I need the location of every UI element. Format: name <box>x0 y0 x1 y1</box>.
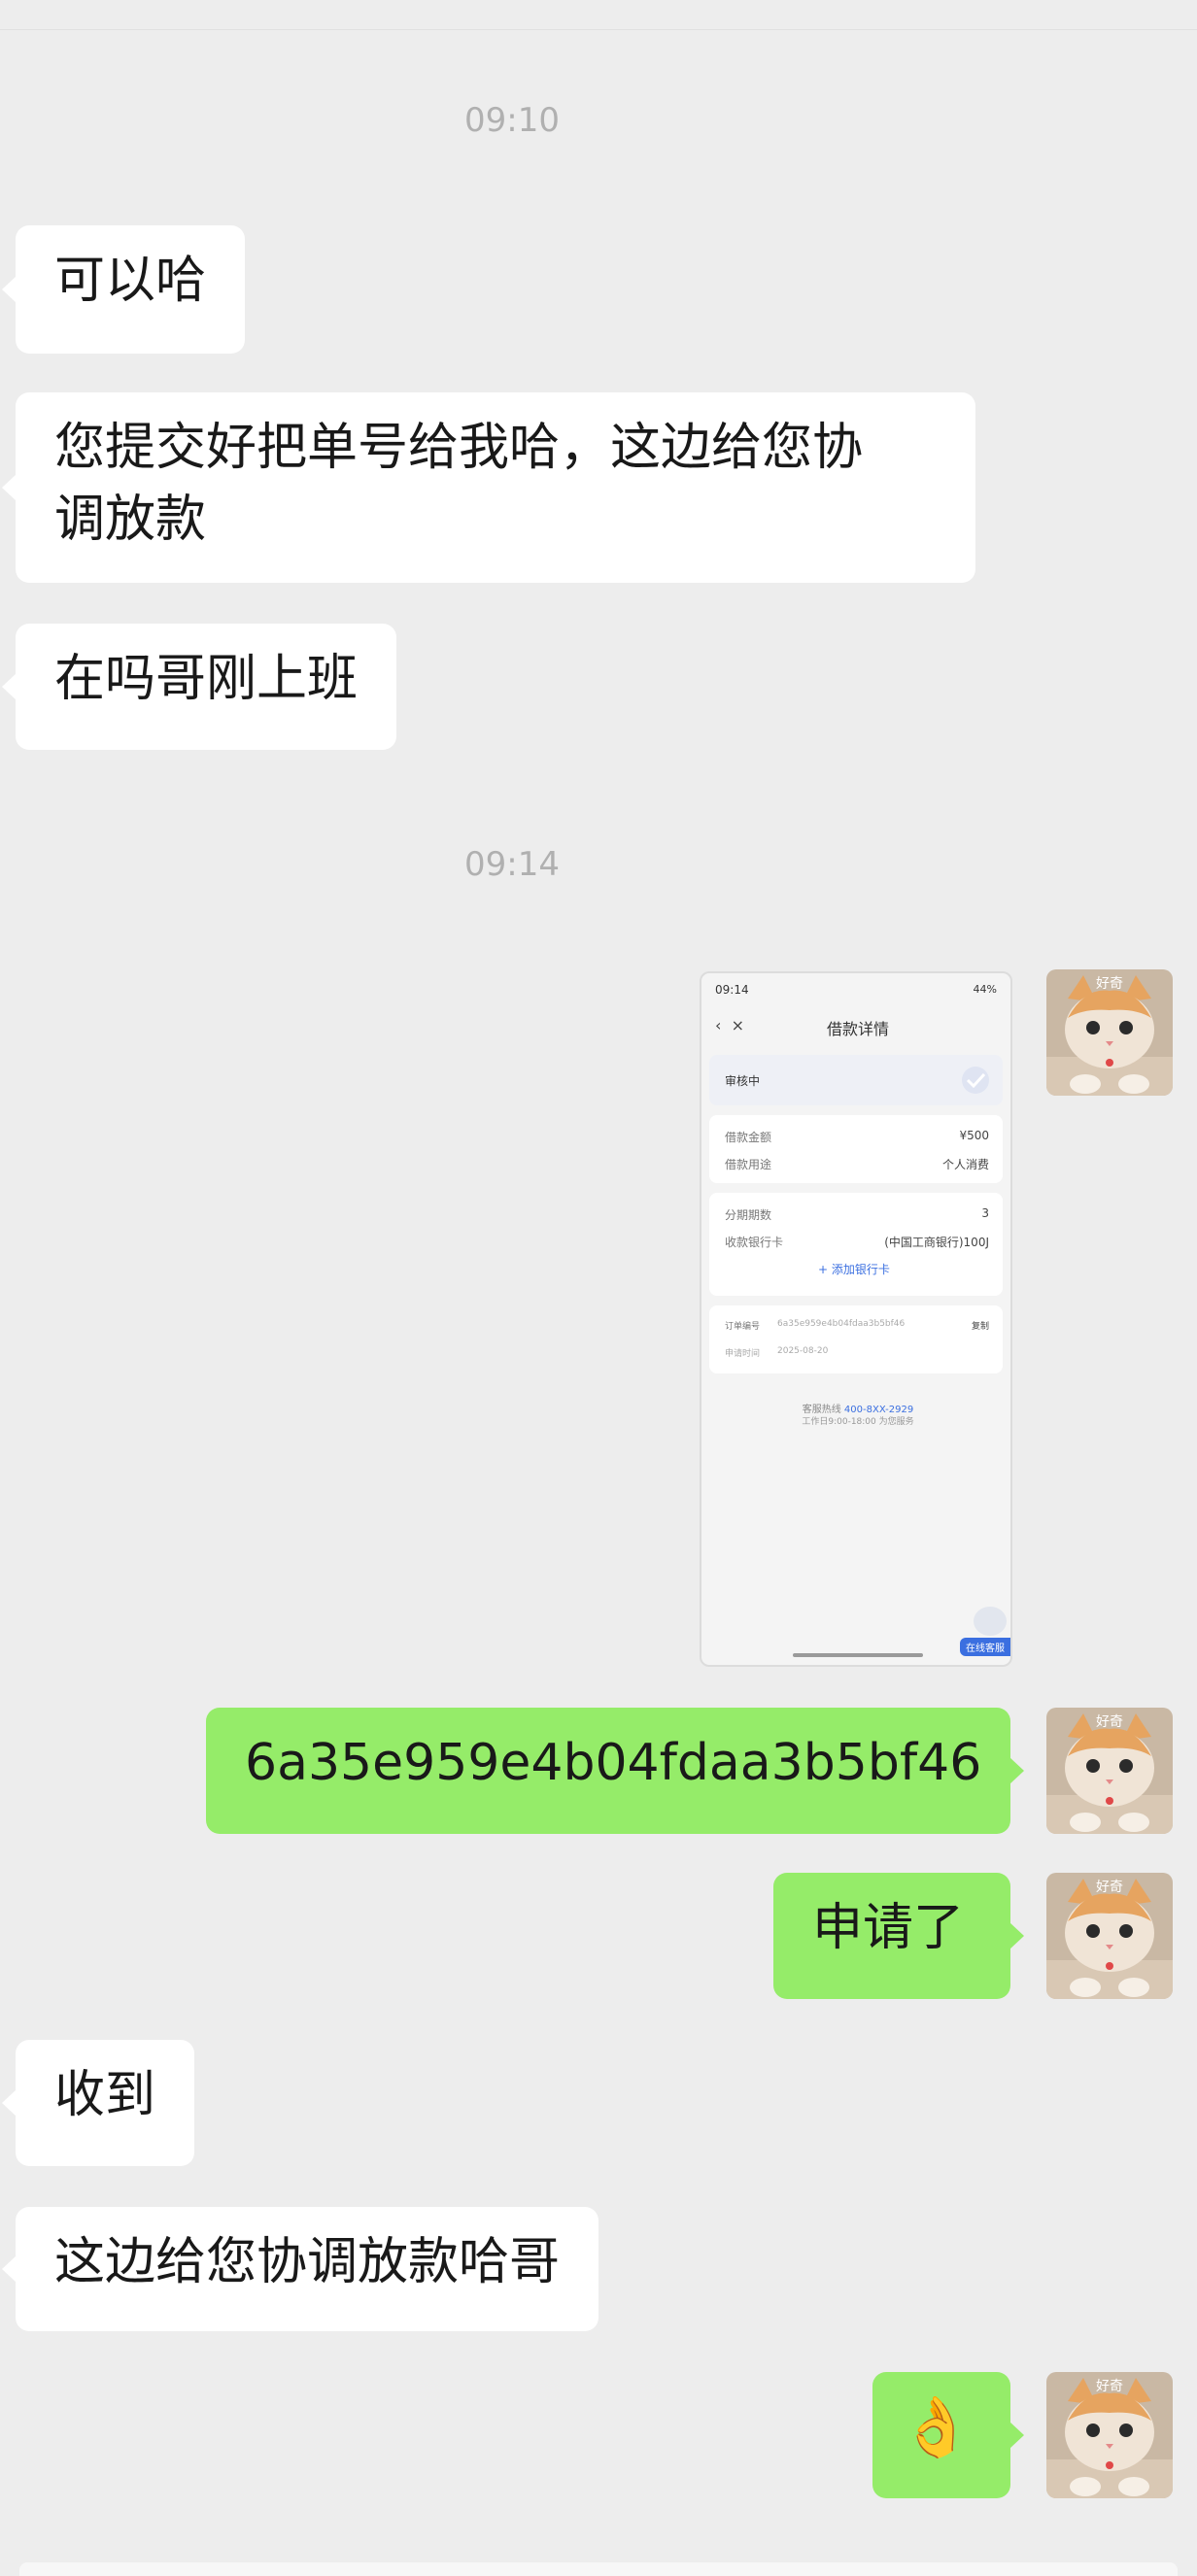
avatar[interactable]: 好奇 <box>1046 969 1173 1096</box>
message-outgoing[interactable]: 申请了 <box>773 1873 1024 1999</box>
image-message-screenshot[interactable]: 09:14 44% ‹ × 借款详情 审核中 借款金额 ¥500 借款用途 个人… <box>700 971 1012 1667</box>
check-icon <box>962 1067 989 1094</box>
shot-copy: 复制 <box>971 1322 989 1332</box>
shot-term-label: 分期期数 <box>725 1208 772 1222</box>
avatar-badge: 好奇 <box>1096 976 1123 992</box>
shot-purpose-value: 个人消费 <box>941 1158 989 1171</box>
shot-add-card: + 添加银行卡 <box>818 1263 890 1276</box>
avatar[interactable]: 好奇 <box>1046 1873 1173 1999</box>
avatar[interactable]: 好奇 <box>1046 1708 1173 1834</box>
shot-hotline-note: 工作日9:00-18:00 为您服务 <box>802 1417 914 1427</box>
message-text: 申请了 <box>812 1899 965 1957</box>
avatar[interactable]: 好奇 <box>1046 2372 1173 2498</box>
shot-term-card: 分期期数 3 收款银行卡 (中国工商银行)100J + 添加银行卡 <box>709 1193 1003 1296</box>
mascot-icon <box>974 1607 1007 1636</box>
message-incoming[interactable]: 这边给您协调放款哈哥 <box>1 2207 599 2331</box>
shot-order-label: 订单编号 <box>725 1322 761 1332</box>
shot-status: 审核中 <box>725 1074 761 1088</box>
shot-status-battery: 44% <box>973 983 997 996</box>
input-bar-remnant <box>19 2562 1178 2576</box>
shot-card-value: (中国工商银行)100J <box>884 1236 989 1249</box>
shot-hotline: 客服热线 400-8XX-2929 <box>701 1401 1010 1415</box>
message-incoming[interactable]: 您提交好把单号给我哈，这边给您协 调放款 <box>2 392 975 583</box>
shot-service-badge: 在线客服 <box>960 1638 1010 1656</box>
shot-status-card: 审核中 <box>709 1055 1003 1105</box>
avatar-badge: 好奇 <box>1096 1714 1123 1730</box>
shot-date-label: 申请时间 <box>725 1349 761 1359</box>
shot-amount-value: ¥500 <box>959 1129 989 1142</box>
shot-title: 借款详情 <box>826 1020 889 1038</box>
shot-order-value: 6a35e959e4b04fdaa3b5bf46 <box>777 1319 906 1329</box>
message-text: 可以哈 <box>54 252 207 310</box>
top-bar-remnant <box>0 0 1197 30</box>
message-incoming[interactable]: 收到 <box>1 2040 195 2166</box>
message-text: 这边给您协调放款哈哥 <box>54 2233 561 2291</box>
shot-amount-label: 借款金额 <box>725 1131 772 1144</box>
message-text: 收到 <box>54 2066 156 2124</box>
shot-loan-card: 借款金额 ¥500 借款用途 个人消费 <box>709 1115 1003 1183</box>
message-incoming[interactable]: 可以哈 <box>1 225 246 354</box>
message-text-line: 调放款 <box>54 491 207 549</box>
avatar-badge: 好奇 <box>1096 2379 1123 2394</box>
ok-hand-icon: 👌 <box>900 2393 973 2461</box>
message-outgoing[interactable]: 6a35e959e4b04fdaa3b5bf46 <box>206 1708 1024 1834</box>
message-text-line: 您提交好把单号给我哈，这边给您协 <box>54 419 864 477</box>
avatar-badge: 好奇 <box>1096 1880 1123 1895</box>
message-incoming[interactable]: 在吗哥刚上班 <box>1 624 397 750</box>
shot-status-time: 09:14 <box>715 983 749 997</box>
shot-date-value: 2025-08-20 <box>777 1346 829 1356</box>
message-text: 在吗哥刚上班 <box>54 650 359 708</box>
home-indicator <box>793 1653 923 1657</box>
message-outgoing[interactable]: 👌 <box>872 2372 1024 2498</box>
timestamp: 09:10 <box>464 101 560 140</box>
shot-term-value: 3 <box>981 1206 989 1220</box>
shot-card-label: 收款银行卡 <box>725 1236 784 1249</box>
message-text: 6a35e959e4b04fdaa3b5bf46 <box>245 1734 982 1792</box>
shot-order-card: 订单编号 6a35e959e4b04fdaa3b5bf46 复制 申请时间 20… <box>709 1305 1003 1373</box>
shot-purpose-label: 借款用途 <box>725 1158 772 1171</box>
timestamp: 09:14 <box>464 845 560 884</box>
